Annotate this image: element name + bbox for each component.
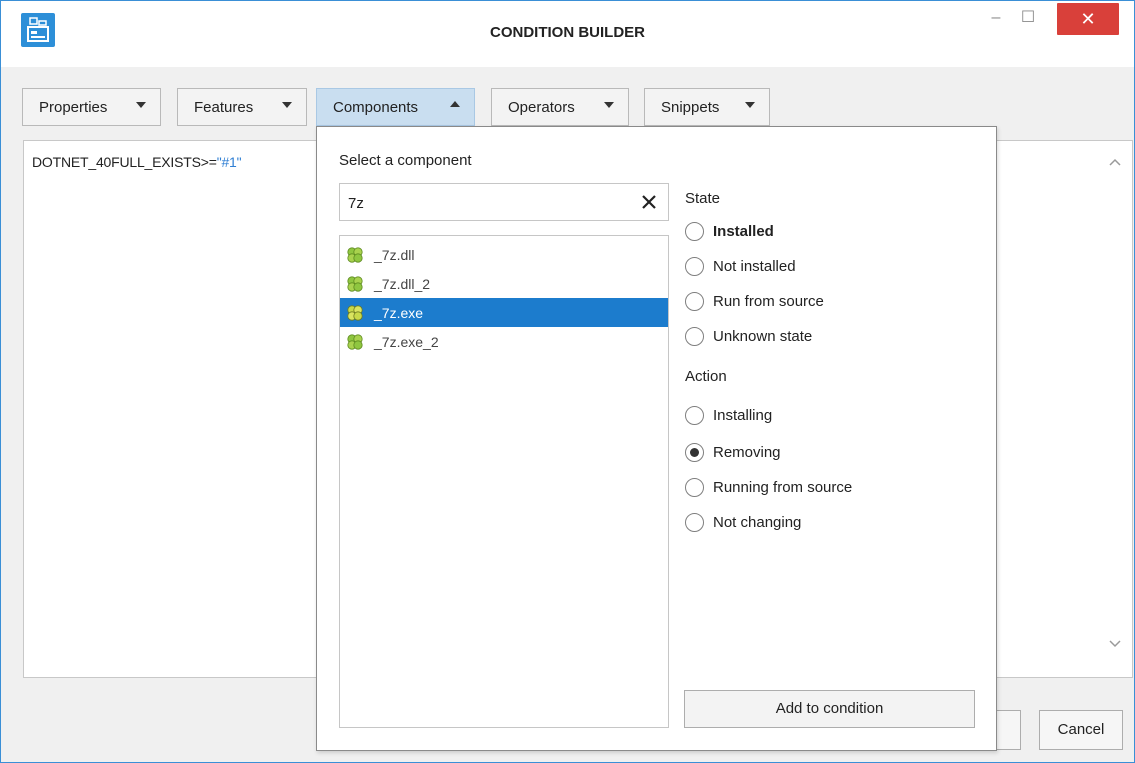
action-not-changing-radio[interactable]: Not changing (685, 510, 801, 534)
components-label: Components (333, 98, 419, 116)
radio-icon (685, 291, 704, 311)
scroll-down-icon[interactable] (1108, 637, 1122, 651)
state-run-from-source-radio[interactable]: Run from source (685, 289, 824, 313)
radio-icon (685, 256, 704, 276)
components-dropdown[interactable]: Components (316, 88, 475, 126)
add-to-condition-button[interactable]: Add to condition (684, 690, 975, 728)
radio-label: Not changing (713, 513, 802, 531)
maximize-button[interactable]: ☐ (1013, 3, 1043, 37)
state-unknown-radio[interactable]: Unknown state (685, 324, 812, 348)
radio-icon (685, 326, 704, 346)
snippets-dropdown[interactable]: Snippets (644, 88, 770, 126)
chevron-down-icon (136, 102, 146, 108)
properties-label: Properties (39, 98, 108, 116)
component-icon (346, 333, 364, 351)
radio-label: Not installed (713, 257, 796, 275)
component-icon (346, 304, 364, 322)
close-button[interactable]: ✕ (1057, 3, 1119, 35)
snippets-label: Snippets (661, 98, 720, 116)
component-name: _7z.dll_2 (374, 275, 431, 292)
operators-label: Operators (508, 98, 575, 116)
select-component-label: Select a component (339, 152, 472, 169)
features-dropdown[interactable]: Features (177, 88, 307, 126)
radio-label: Installing (713, 406, 773, 424)
chevron-down-icon (604, 102, 614, 108)
list-item[interactable]: _7z.dll (340, 240, 668, 269)
chevron-up-icon (450, 101, 460, 107)
component-name: _7z.dll (374, 246, 415, 263)
chevron-down-icon (282, 102, 292, 108)
state-not-installed-radio[interactable]: Not installed (685, 254, 796, 278)
condition-expression: DOTNET_40FULL_EXISTS>="#1" (32, 154, 242, 170)
operators-dropdown[interactable]: Operators (491, 88, 629, 126)
list-item-selected[interactable]: _7z.exe (340, 298, 668, 327)
component-search-box (339, 183, 669, 221)
action-running-from-source-radio[interactable]: Running from source (685, 475, 852, 499)
properties-dropdown[interactable]: Properties (22, 88, 161, 126)
scroll-up-icon[interactable] (1108, 155, 1122, 169)
condition-builder-window: CONDITION BUILDER – ☐ ✕ Properties Featu… (0, 0, 1135, 763)
radio-label: Running from source (713, 478, 853, 496)
radio-label: Run from source (713, 292, 824, 310)
component-icon (346, 275, 364, 293)
action-installing-radio[interactable]: Installing (685, 403, 772, 427)
components-popup: Select a component _7z.dll _7z.dll_2 (316, 126, 997, 751)
component-search-input[interactable] (346, 192, 636, 214)
expression-prefix: DOTNET_40FULL_EXISTS>= (32, 154, 217, 170)
state-installed-radio[interactable]: Installed (685, 219, 774, 243)
list-item[interactable]: _7z.dll_2 (340, 269, 668, 298)
features-label: Features (194, 98, 254, 116)
minimize-button[interactable]: – (981, 3, 1011, 37)
expression-value: "#1" (216, 154, 242, 170)
radio-icon (685, 477, 704, 497)
component-icon (346, 246, 364, 264)
radio-icon (685, 512, 704, 532)
radio-icon (685, 405, 704, 425)
radio-checked-icon (685, 442, 704, 462)
radio-label: Installed (713, 222, 774, 240)
state-label: State (685, 190, 721, 207)
title-bar: CONDITION BUILDER – ☐ ✕ (1, 1, 1134, 67)
component-name: _7z.exe_2 (374, 333, 439, 350)
window-title: CONDITION BUILDER (490, 24, 645, 41)
clear-search-icon[interactable] (638, 189, 660, 215)
radio-icon (685, 221, 704, 241)
radio-label: Removing (713, 443, 781, 461)
cancel-button[interactable]: Cancel (1039, 710, 1123, 750)
action-removing-radio[interactable]: Removing (685, 440, 781, 464)
chevron-down-icon (745, 102, 755, 108)
list-item[interactable]: _7z.exe_2 (340, 327, 668, 356)
component-name: _7z.exe (374, 304, 424, 321)
action-label: Action (685, 368, 727, 385)
component-list: _7z.dll _7z.dll_2 _7z.exe _7z.exe_2 (339, 235, 669, 728)
radio-label: Unknown state (713, 327, 813, 345)
